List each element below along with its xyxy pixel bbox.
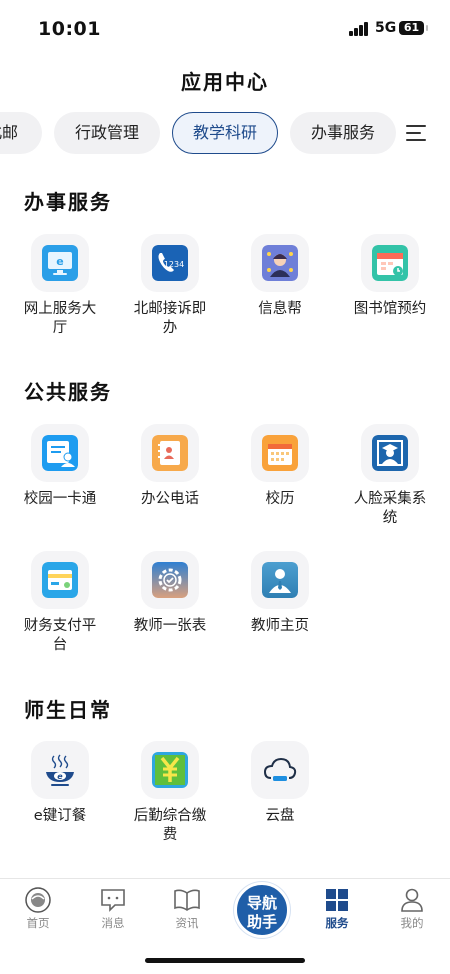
app-label: 信息帮 — [258, 301, 302, 317]
calendar-icon — [251, 424, 309, 482]
signal-icon — [349, 22, 369, 36]
app-teacher-table[interactable]: 教师一张表 — [115, 551, 225, 636]
monitor-e-icon: e — [31, 234, 89, 292]
contact-book-icon — [141, 424, 199, 482]
nav-assistant-line1: 导航 — [246, 894, 277, 912]
category-tabs: 北邮 行政管理 教学科研 办事服务 — [0, 112, 450, 154]
tab-beiyou[interactable]: 北邮 — [0, 112, 42, 154]
app-info-help[interactable]: 信息帮 — [225, 234, 335, 319]
tab-teaching-research[interactable]: 教学科研 — [172, 112, 278, 154]
app-label: 校园一卡通 — [23, 491, 97, 507]
app-label: 后勤综合缴费 — [133, 808, 207, 843]
app-logistics-payment[interactable]: 后勤综合缴费 — [115, 741, 225, 845]
app-label: 图书馆预约 — [353, 301, 427, 317]
support-agent-icon — [251, 234, 309, 292]
steaming-bowl-e-icon: e — [31, 741, 89, 799]
svg-text:e: e — [56, 255, 63, 268]
tabs-menu-icon[interactable] — [396, 112, 450, 154]
app-teacher-homepage[interactable]: 教师主页 — [225, 551, 335, 636]
app-label: 校历 — [265, 491, 295, 507]
app-online-service-hall[interactable]: e 网上服务大厅 — [5, 234, 115, 338]
page-title: 应用中心 — [181, 70, 269, 94]
payment-card-icon — [31, 551, 89, 609]
nav-label: 服务 — [325, 916, 349, 930]
message-icon — [99, 887, 127, 913]
nav-news[interactable]: 资讯 — [157, 879, 217, 931]
nav-assistant-line2: 助手 — [246, 913, 277, 931]
nav-home[interactable]: 首页 — [8, 879, 68, 931]
app-label: 办公电话 — [141, 491, 199, 507]
section-title-services: 办事服务 — [24, 190, 112, 214]
status-bar: 10:01 5G 61 — [0, 0, 450, 56]
nav-label: 我的 — [400, 916, 424, 930]
nav-label: 资讯 — [175, 916, 199, 930]
phone-1234-icon: 1234 — [141, 234, 199, 292]
tab-services[interactable]: 办事服务 — [290, 112, 396, 154]
app-label: 云盘 — [265, 808, 295, 824]
app-label: 教师一张表 — [133, 618, 207, 634]
app-complaint[interactable]: 1234 北邮接诉即办 — [115, 234, 225, 338]
nav-profile[interactable]: 我的 — [382, 879, 442, 931]
section-title-public: 公共服务 — [24, 380, 112, 404]
app-library-booking[interactable]: 图书馆预约 — [335, 234, 445, 319]
nav-messages[interactable]: 消息 — [83, 879, 143, 931]
status-time: 10:01 — [38, 18, 101, 40]
nav-assistant-button[interactable]: 导航 助手 — [234, 882, 290, 938]
school-emblem-icon — [24, 887, 52, 913]
nav-label: 消息 — [101, 916, 125, 930]
app-label: 财务支付平台 — [23, 618, 97, 653]
app-label: 网上服务大厅 — [23, 301, 97, 336]
yuan-icon — [141, 741, 199, 799]
book-icon — [173, 887, 201, 913]
section-title-daily: 师生日常 — [24, 698, 112, 722]
calendar-booking-icon — [361, 234, 419, 292]
graduate-portrait-icon — [361, 424, 419, 482]
app-campus-card[interactable]: 校园一卡通 — [5, 424, 115, 509]
svg-text:1234: 1234 — [164, 260, 184, 269]
app-label: 教师主页 — [251, 618, 309, 634]
app-label: 人脸采集系统 — [353, 491, 427, 526]
app-finance-payment[interactable]: 财务支付平台 — [5, 551, 115, 655]
network-label: 5G — [375, 20, 397, 36]
svg-text:e: e — [57, 772, 63, 781]
nav-services[interactable]: 服务 — [307, 879, 367, 931]
app-label: e键订餐 — [33, 808, 87, 824]
person-icon — [398, 887, 426, 913]
cloud-icon — [251, 741, 309, 799]
home-indicator — [145, 958, 305, 963]
app-office-phone[interactable]: 办公电话 — [115, 424, 225, 509]
app-face-capture[interactable]: 人脸采集系统 — [335, 424, 445, 528]
app-cloud-disk[interactable]: 云盘 — [225, 741, 335, 826]
grid-icon — [323, 887, 351, 913]
app-school-calendar[interactable]: 校历 — [225, 424, 335, 509]
person-tie-icon — [251, 551, 309, 609]
battery-icon: 61 — [399, 21, 428, 35]
nav-label: 首页 — [26, 916, 50, 930]
gear-check-icon — [141, 551, 199, 609]
tab-admin[interactable]: 行政管理 — [54, 112, 160, 154]
app-e-order-meal[interactable]: e e键订餐 — [5, 741, 115, 826]
app-label: 北邮接诉即办 — [133, 301, 207, 336]
id-card-icon — [31, 424, 89, 482]
